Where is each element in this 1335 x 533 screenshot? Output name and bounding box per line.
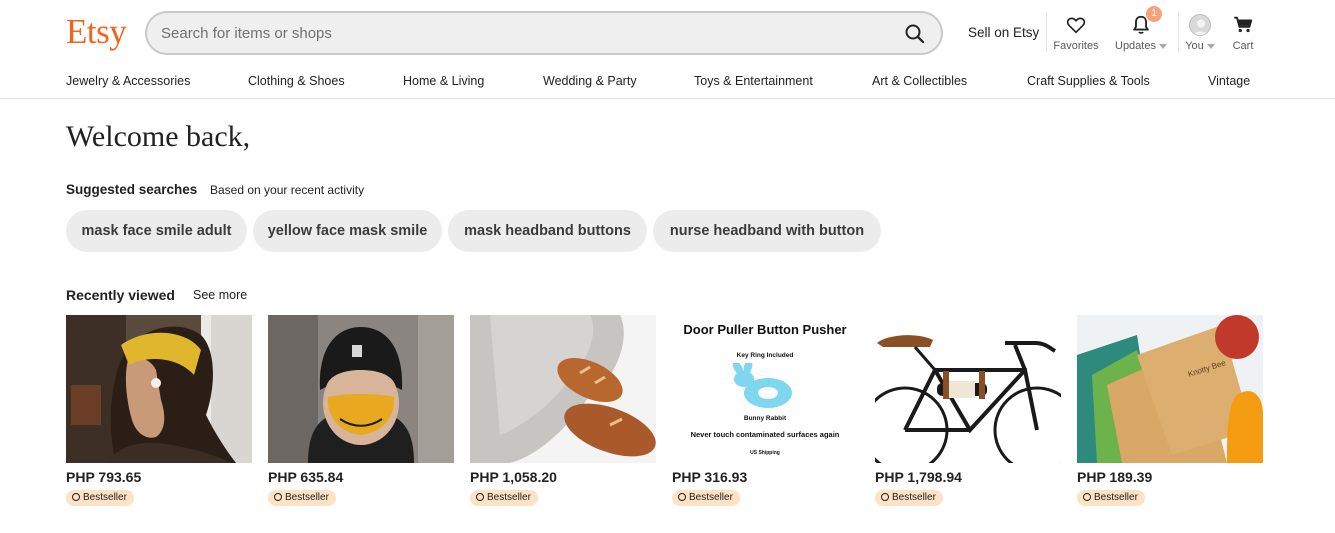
listing-card[interactable]: PHP 1,798.94 Bestseller bbox=[875, 315, 1061, 506]
listing-image[interactable] bbox=[66, 315, 252, 463]
medal-icon bbox=[678, 493, 686, 501]
medal-icon bbox=[881, 493, 889, 501]
search-icon bbox=[905, 24, 925, 44]
medal-icon bbox=[1083, 493, 1091, 501]
etsy-logo[interactable]: Etsy bbox=[66, 12, 127, 52]
listing-image[interactable]: Knotty Bee bbox=[1077, 315, 1263, 463]
suggested-search-chip[interactable]: mask face smile adult bbox=[66, 210, 247, 252]
avatar bbox=[1189, 14, 1211, 36]
nav-item-home[interactable]: Home & Living bbox=[403, 74, 484, 88]
nav-item-art[interactable]: Art & Collectibles bbox=[872, 74, 967, 88]
headband-photo bbox=[66, 315, 252, 463]
cart-button[interactable]: Cart bbox=[1226, 14, 1260, 52]
suggested-searches-title: Suggested searches bbox=[66, 182, 198, 197]
search-button[interactable] bbox=[903, 22, 927, 46]
bestseller-badge: Bestseller bbox=[470, 490, 538, 506]
badge-label: Bestseller bbox=[689, 492, 733, 503]
badge-label: Bestseller bbox=[487, 492, 531, 503]
cart-label: Cart bbox=[1232, 40, 1254, 52]
bestseller-badge: Bestseller bbox=[672, 490, 740, 506]
medal-icon bbox=[476, 493, 484, 501]
nav-item-clothing[interactable]: Clothing & Shoes bbox=[248, 74, 345, 88]
updates-button[interactable]: Updates bbox=[1110, 14, 1172, 52]
header-divider bbox=[1046, 12, 1047, 52]
poster-caption: Bunny Rabbit bbox=[743, 415, 787, 422]
suggested-search-chip[interactable]: mask headband buttons bbox=[448, 210, 647, 252]
you-menu-button[interactable]: You bbox=[1182, 14, 1218, 52]
suggested-searches-subtitle: Based on your recent activity bbox=[210, 183, 365, 197]
you-label: You bbox=[1185, 40, 1204, 52]
bestseller-badge: Bestseller bbox=[875, 490, 943, 506]
header-divider bbox=[1178, 12, 1179, 52]
face-mask-photo bbox=[268, 315, 454, 463]
category-nav: Jewelry & Accessories Clothing & Shoes H… bbox=[0, 74, 1335, 90]
badge-label: Bestseller bbox=[285, 492, 329, 503]
listing-price: PHP 635.84 bbox=[268, 469, 344, 485]
poster-subtitle: Key Ring Included bbox=[736, 352, 794, 359]
listing-image[interactable] bbox=[268, 315, 454, 463]
nav-item-craft[interactable]: Craft Supplies & Tools bbox=[1027, 74, 1150, 88]
site-header: Etsy Sell on Etsy Favorites Updates 1 bbox=[0, 0, 1335, 99]
notification-badge: 1 bbox=[1146, 6, 1162, 22]
listing-price: PHP 189.39 bbox=[1077, 469, 1153, 485]
favorites-label: Favorites bbox=[1053, 40, 1099, 52]
listing-price: PHP 1,798.94 bbox=[875, 469, 962, 485]
listing-image[interactable]: Door Puller Button Pusher Key Ring Inclu… bbox=[672, 315, 858, 463]
bestseller-badge: Bestseller bbox=[66, 490, 134, 506]
recently-viewed-title: Recently viewed bbox=[66, 287, 175, 303]
nav-item-toys[interactable]: Toys & Entertainment bbox=[694, 74, 813, 88]
updates-label: Updates bbox=[1115, 40, 1156, 52]
suggested-search-chip[interactable]: nurse headband with button bbox=[653, 210, 881, 252]
poster-shipping: US Shipping bbox=[750, 450, 780, 456]
see-more-link[interactable]: See more bbox=[193, 288, 247, 302]
favorites-button[interactable]: Favorites bbox=[1052, 14, 1100, 52]
cart-icon bbox=[1234, 16, 1253, 33]
bicycle-photo bbox=[875, 315, 1061, 463]
bestseller-badge: Bestseller bbox=[1077, 490, 1145, 506]
nav-item-jewelry[interactable]: Jewelry & Accessories bbox=[66, 74, 190, 88]
nav-item-vintage[interactable]: Vintage bbox=[1208, 74, 1250, 88]
listing-image[interactable] bbox=[470, 315, 656, 463]
listing-card[interactable]: Knotty Bee PHP 189.39 Bestseller bbox=[1077, 315, 1263, 506]
medal-icon bbox=[72, 493, 80, 501]
bread-bag-photo bbox=[470, 315, 656, 463]
heart-icon bbox=[1066, 17, 1086, 34]
listing-price: PHP 793.65 bbox=[66, 469, 142, 485]
sell-on-etsy-link[interactable]: Sell on Etsy bbox=[968, 25, 1039, 40]
search-input[interactable] bbox=[161, 22, 861, 44]
nav-item-wedding[interactable]: Wedding & Party bbox=[543, 74, 637, 88]
badge-label: Bestseller bbox=[892, 492, 936, 503]
page-title: Welcome back, bbox=[66, 120, 251, 153]
poster-tagline: Never touch contaminated surfaces again bbox=[690, 430, 840, 439]
poster-title: Door Puller Button Pusher bbox=[683, 322, 847, 337]
listing-image[interactable] bbox=[875, 315, 1061, 463]
listing-card[interactable]: PHP 635.84 Bestseller bbox=[268, 315, 454, 506]
beeswax-wraps-photo: Knotty Bee bbox=[1077, 315, 1263, 463]
badge-label: Bestseller bbox=[1094, 492, 1138, 503]
suggested-search-chip[interactable]: yellow face mask smile bbox=[253, 210, 442, 252]
bestseller-badge: Bestseller bbox=[268, 490, 336, 506]
listing-card[interactable]: Door Puller Button Pusher Key Ring Inclu… bbox=[672, 315, 858, 506]
chevron-down-icon bbox=[1206, 43, 1215, 49]
badge-label: Bestseller bbox=[83, 492, 127, 503]
listing-card[interactable]: PHP 793.65 Bestseller bbox=[66, 315, 252, 506]
user-silhouette-icon bbox=[1193, 19, 1209, 35]
medal-icon bbox=[274, 493, 282, 501]
chevron-down-icon bbox=[1158, 43, 1167, 49]
listing-card[interactable]: PHP 1,058.20 Bestseller bbox=[470, 315, 656, 506]
listing-price: PHP 316.93 bbox=[672, 469, 748, 485]
listing-price: PHP 1,058.20 bbox=[470, 469, 557, 485]
bunny-icon bbox=[732, 363, 792, 408]
search-bar[interactable] bbox=[145, 11, 943, 55]
